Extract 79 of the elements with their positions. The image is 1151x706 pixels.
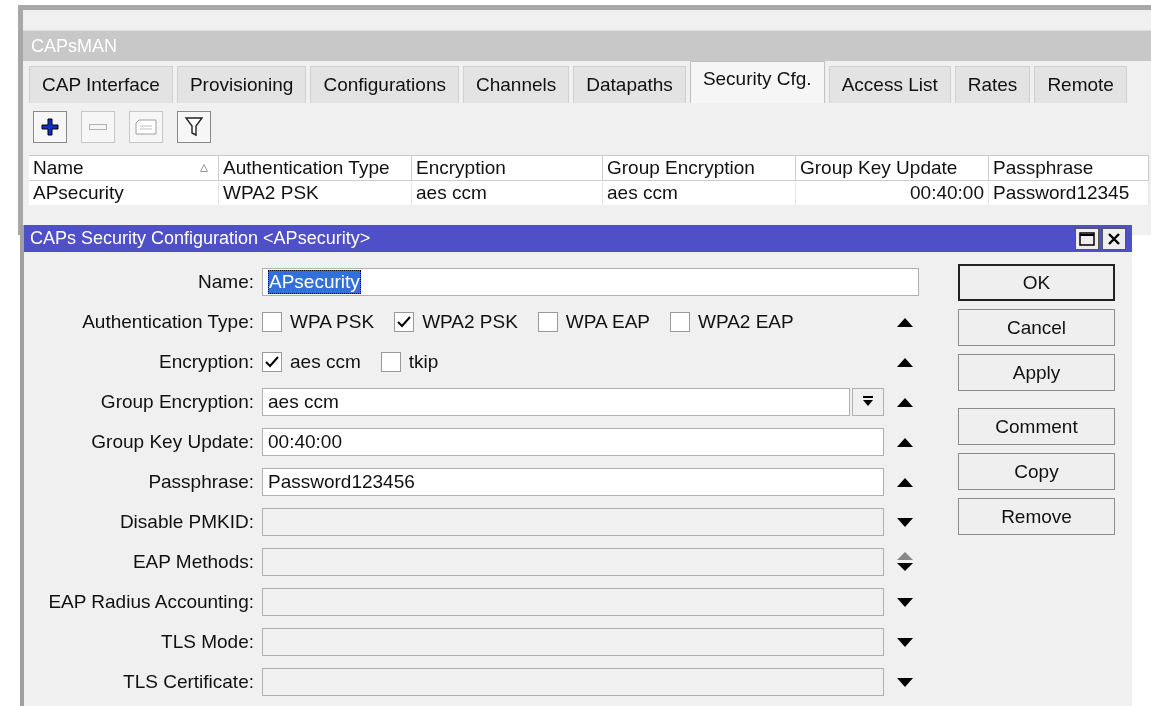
table-cell: Password12345: [989, 181, 1149, 205]
maximize-button[interactable]: [1075, 227, 1099, 250]
checkbox[interactable]: [394, 312, 415, 332]
check-icon: [397, 316, 412, 328]
filter-icon: [185, 117, 203, 137]
tab[interactable]: Rates: [954, 66, 1031, 103]
toolbar-button[interactable]: [33, 111, 67, 143]
checkbox[interactable]: [537, 312, 558, 332]
dialog-button[interactable]: Remove: [958, 498, 1115, 535]
checkbox[interactable]: [670, 312, 690, 332]
field-label: EAP Radius Accounting:: [47, 591, 255, 613]
table-cell: APsecurity: [29, 181, 219, 205]
table-cell: WPA2 PSK: [219, 181, 412, 205]
dialog-button[interactable]: Comment: [958, 408, 1115, 445]
field-label: Group Key Update:: [90, 431, 255, 453]
dropdown-button[interactable]: [852, 388, 884, 416]
checkbox[interactable]: [262, 352, 282, 372]
field-label: Disable PMKID:: [118, 511, 255, 533]
field-label: Group Encryption:: [99, 391, 255, 413]
checkbox-label: WPA EAP: [565, 311, 650, 333]
field-label: Authentication Type:: [81, 311, 255, 333]
dialog-button[interactable]: Apply: [958, 354, 1115, 391]
remove-icon: [89, 124, 107, 130]
column-header[interactable]: Name: [29, 155, 219, 181]
add-icon: [40, 117, 60, 137]
column-header[interactable]: Encryption: [412, 155, 603, 181]
checkbox-label: aes ccm: [290, 351, 361, 373]
checkbox-label: tkip: [408, 351, 439, 373]
input-field[interactable]: 00:40:00: [262, 428, 884, 456]
collapse-arrow-icon[interactable]: [897, 357, 913, 367]
dropdown-arrow-icon: [862, 396, 874, 408]
collapse-arrow-icon[interactable]: [897, 437, 913, 447]
field-label: Name:: [197, 271, 255, 293]
expand-arrow-icon[interactable]: [897, 517, 913, 527]
field-label: TLS Mode:: [160, 631, 255, 653]
checkbox-label: WPA2 PSK: [422, 311, 518, 333]
column-header[interactable]: Group Key Update: [796, 155, 989, 181]
collapse-arrow-icon[interactable]: [897, 397, 913, 407]
checkbox-label: WPA PSK: [290, 311, 375, 333]
dialog-button[interactable]: OK: [958, 264, 1115, 301]
tab[interactable]: Configurations: [310, 66, 459, 103]
field-label: Encryption:: [157, 351, 255, 373]
close-button[interactable]: [1102, 227, 1126, 250]
checkbox-label: WPA2 EAP: [698, 311, 794, 333]
input-field[interactable]: Password123456: [262, 468, 884, 496]
close-icon: [1107, 231, 1121, 246]
check-icon: [265, 356, 279, 368]
expand-arrow-icon[interactable]: [897, 677, 913, 687]
collapse-arrow-icon[interactable]: [897, 477, 913, 487]
dropdown-field[interactable]: aes ccm: [262, 388, 850, 416]
column-header[interactable]: Authentication Type: [219, 155, 412, 181]
tab[interactable]: Datapaths: [573, 66, 686, 103]
tab[interactable]: CAP Interface: [29, 66, 173, 103]
note-icon: [135, 119, 157, 135]
column-header[interactable]: Group Encryption: [603, 155, 796, 181]
dialog-button[interactable]: Copy: [958, 453, 1115, 490]
toolbar-button[interactable]: [177, 111, 211, 143]
dialog-button[interactable]: Cancel: [958, 309, 1115, 346]
checkbox[interactable]: [262, 312, 282, 332]
expand-arrow-icon[interactable]: [897, 597, 913, 607]
tab[interactable]: Channels: [462, 66, 570, 103]
dialog-title: CAPs Security Configuration <APsecurity>: [30, 228, 371, 249]
table-cell: aes ccm: [412, 181, 603, 205]
tab[interactable]: Remote: [1034, 66, 1127, 103]
tab[interactable]: Access List: [828, 66, 951, 103]
table-cell: 00:40:00: [796, 181, 989, 205]
maximize-icon: [1079, 231, 1095, 246]
field-label: Passphrase:: [147, 471, 255, 493]
up-down-arrow-icon[interactable]: [897, 552, 913, 572]
tab[interactable]: Provisioning: [176, 66, 307, 103]
field-label: TLS Certificate:: [122, 671, 255, 693]
collapse-arrow-icon[interactable]: [897, 317, 913, 327]
table-cell: aes ccm: [603, 181, 796, 205]
field-label: EAP Methods:: [131, 551, 255, 573]
input-field[interactable]: APsecurity: [262, 268, 919, 296]
tab[interactable]: Security Cfg.: [689, 61, 825, 103]
expand-arrow-icon[interactable]: [897, 637, 913, 647]
column-header[interactable]: Passphrase: [989, 155, 1149, 181]
checkbox[interactable]: [380, 352, 401, 372]
